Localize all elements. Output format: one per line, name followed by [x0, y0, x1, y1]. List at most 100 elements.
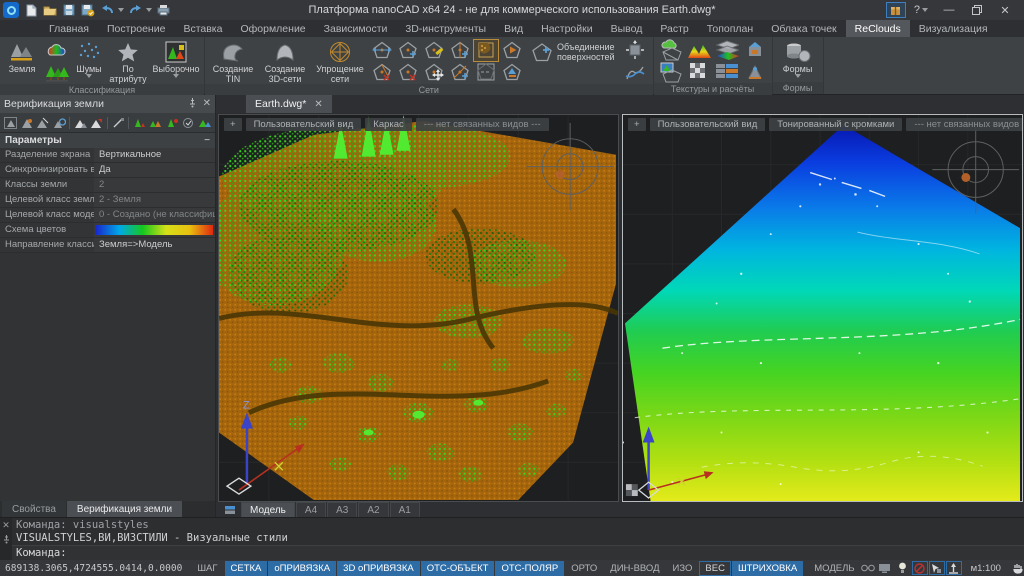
document-tab-close-icon[interactable]: ✕	[314, 99, 322, 110]
undo-icon[interactable]	[99, 2, 115, 18]
remove-from-ground-icon[interactable]	[90, 115, 104, 130]
classify-by-attribute-button[interactable]: По атрибуту	[106, 39, 150, 84]
status-toggle[interactable]: ШТРИХОВКА	[732, 561, 803, 576]
ribbon-tab[interactable]: Вставка	[174, 20, 231, 37]
save-all-icon[interactable]	[80, 2, 96, 18]
ribbon-tab[interactable]: Настройки	[532, 20, 602, 37]
status-toggle[interactable]: ОТС-ОБЪЕКТ	[421, 561, 495, 576]
screen-settings-icon[interactable]	[877, 561, 893, 575]
layout-tab[interactable]: A4	[296, 502, 326, 517]
ground-point-filter-icon[interactable]	[19, 115, 33, 130]
viewport-left[interactable]: Z + Пользовательский вид Каркас	[218, 114, 619, 502]
mesh-stretch-icon[interactable]	[370, 40, 394, 61]
status-toggle[interactable]: СЕТКА	[225, 561, 268, 576]
classify-ground-button[interactable]: Земля	[3, 39, 41, 74]
panel-tab[interactable]: Свойства	[2, 501, 66, 517]
section-view-icon[interactable]	[743, 40, 767, 61]
layout-tab[interactable]: A2	[358, 502, 388, 517]
ribbon-tab[interactable]: Построение	[98, 20, 174, 37]
minimize-button[interactable]: —	[936, 1, 962, 19]
texture-layers-icon[interactable]	[715, 40, 739, 61]
create-tin-button[interactable]: Создание TIN	[208, 39, 258, 84]
layout-tab[interactable]: A3	[327, 502, 357, 517]
ribbon-tab[interactable]: ReClouds	[846, 20, 910, 37]
status-toggle[interactable]: ОРТО	[565, 561, 603, 576]
viewport-right[interactable]: + Пользовательский вид Тонированный с кр…	[622, 114, 1023, 502]
mesh-delete-point-icon[interactable]	[370, 62, 394, 83]
classify-vegetation-icon[interactable]	[42, 62, 72, 84]
noise-dropdown-icon[interactable]	[86, 74, 92, 78]
ribbon-tab[interactable]: Топоплан	[698, 20, 762, 37]
pan-icon[interactable]	[1010, 561, 1024, 575]
save-icon[interactable]	[61, 2, 77, 18]
classify-low-veg-icon[interactable]	[165, 115, 179, 130]
command-history[interactable]: Команда: visualstyles VISUALSTYLES,ВИ,ВИ…	[12, 518, 1024, 545]
linked-views-button[interactable]: --- нет связанных видов ---	[906, 118, 1023, 131]
ribbon-tab[interactable]: Вывод	[602, 20, 652, 37]
shapes-button[interactable]: Формы	[776, 39, 820, 78]
texture-checker-icon[interactable]	[687, 62, 711, 83]
new-file-icon[interactable]	[23, 2, 39, 18]
status-toggle[interactable]: ДИН-ВВОД	[604, 561, 665, 576]
open-file-icon[interactable]	[42, 2, 58, 18]
mesh-add-breakline-icon[interactable]	[448, 40, 472, 61]
document-tab[interactable]: Earth.dwg* ✕	[246, 95, 332, 113]
parameter-row[interactable]: Схема цветов	[0, 223, 215, 238]
texture-elevation-map-icon[interactable]	[687, 40, 711, 61]
collapse-icon[interactable]: −	[204, 135, 210, 146]
parameter-row[interactable]: Целевой класс модели 0 - Создано (не кла…	[0, 208, 215, 223]
viewport-menu-button[interactable]: +	[628, 118, 646, 131]
mesh-boundary-icon[interactable]	[474, 62, 498, 83]
parameter-row[interactable]: Синхронизировать в... Да	[0, 163, 215, 178]
bulb-icon[interactable]	[895, 561, 911, 575]
verify-orbit-icon[interactable]	[181, 115, 195, 130]
help-button[interactable]: ?	[908, 4, 934, 16]
classify-cloud-icon[interactable]	[42, 39, 72, 61]
draw-line-icon[interactable]	[111, 115, 125, 130]
ribbon-tab[interactable]: Оформление	[231, 20, 314, 37]
texture-table-icon[interactable]	[715, 62, 739, 83]
merge-surfaces-button[interactable]: Объединениеповерхностей	[526, 39, 619, 65]
print-icon[interactable]	[155, 2, 171, 18]
ribbon-tab[interactable]: Облака точек	[762, 20, 845, 37]
ground-box-filter-icon[interactable]	[3, 115, 17, 130]
viewport-menu-button[interactable]: +	[224, 118, 242, 131]
classify-high-veg-icon[interactable]	[132, 115, 146, 130]
terrain-elevation-icon[interactable]	[198, 115, 212, 130]
status-toggle[interactable]: оПРИВЯЗКА	[268, 561, 336, 576]
parameter-row[interactable]: Разделение экрана Вертикальное	[0, 148, 215, 163]
space-switch-button[interactable]: МОДЕЛЬ	[804, 563, 858, 574]
undo-dropdown-icon[interactable]	[118, 8, 124, 12]
volume-calc-icon[interactable]	[743, 62, 767, 83]
ribbon-tab[interactable]: Зависимости	[315, 20, 397, 37]
classify-med-veg-icon[interactable]	[149, 115, 163, 130]
selective-dropdown-icon[interactable]	[173, 74, 179, 78]
scale-indicator[interactable]: м1:100	[963, 563, 1009, 574]
parameters-section-header[interactable]: Параметры−	[0, 133, 215, 148]
mesh-texture-icon[interactable]	[500, 62, 524, 83]
glasses-icon[interactable]	[860, 561, 876, 575]
pin-icon[interactable]	[188, 98, 197, 111]
command-prompt-input[interactable]: Команда:	[12, 545, 1024, 560]
close-button[interactable]: ✕	[992, 1, 1018, 19]
command-pin-icon[interactable]	[3, 535, 10, 546]
mesh-add-point-icon[interactable]	[396, 40, 420, 61]
ground-sphere-filter-icon[interactable]	[52, 115, 66, 130]
store-icon[interactable]	[886, 2, 906, 18]
ribbon-tab[interactable]: Растр	[651, 20, 697, 37]
shapes-dropdown-icon[interactable]	[795, 74, 801, 78]
panel-close-icon[interactable]: ✕	[203, 98, 211, 111]
sheet-list-icon[interactable]	[220, 502, 240, 517]
model-tab[interactable]: Модель	[241, 502, 295, 517]
ribbon-tab[interactable]: Главная	[40, 20, 98, 37]
mesh-edit-point-icon[interactable]	[422, 40, 446, 61]
add-to-ground-icon[interactable]	[73, 115, 87, 130]
visual-style-button[interactable]: Тонированный с кромками	[769, 118, 902, 131]
mesh-play-icon[interactable]	[500, 40, 524, 61]
status-toggle[interactable]: ШАГ	[191, 561, 223, 576]
compare-surfaces-icon[interactable]	[620, 39, 650, 61]
mesh-delete-x-icon[interactable]	[396, 62, 420, 83]
status-toggle[interactable]: ИЗО	[667, 561, 699, 576]
redo-dropdown-icon[interactable]	[146, 8, 152, 12]
mesh-crop-icon[interactable]	[474, 40, 498, 61]
